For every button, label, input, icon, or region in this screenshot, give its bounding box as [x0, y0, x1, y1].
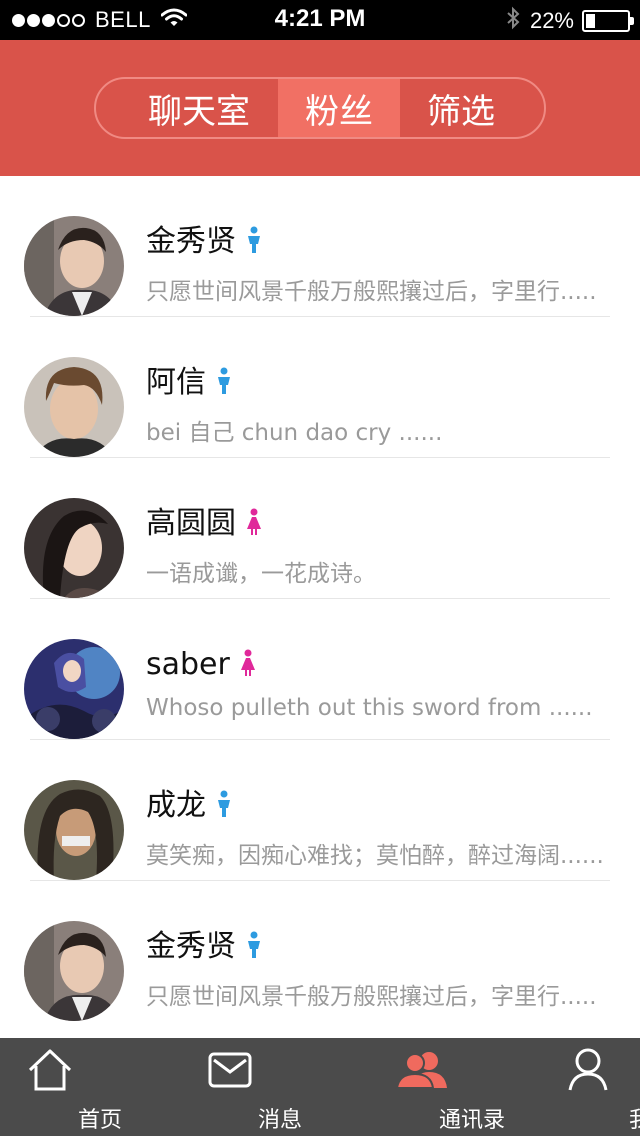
tab-contacts[interactable]: 通讯录	[372, 1038, 505, 1136]
list-item[interactable]: 成龙 莫笑痴，因痴心难找；莫怕醉，醉过海阔......	[0, 740, 640, 881]
contact-name: 金秀贤	[146, 929, 236, 964]
list-item[interactable]: 阿信 bei 自己 chun dao cry ......	[0, 317, 640, 458]
male-icon	[216, 367, 232, 399]
contacts-icon	[395, 1050, 449, 1094]
avatar	[24, 780, 124, 880]
contact-name: 高圆圆	[146, 506, 236, 541]
contact-message: 只愿世间风景千般万般熙攘过后，字里行.....	[146, 279, 597, 305]
avatar	[24, 216, 124, 316]
contact-message: 一语成谶，一花成诗。	[146, 561, 376, 587]
contact-message: 只愿世间风景千般万般熙攘过后，字里行.....	[146, 984, 597, 1010]
segment-chatroom[interactable]: 聊天室	[96, 79, 278, 137]
tab-label: 我	[628, 1108, 640, 1133]
tab-label: 消息	[257, 1108, 302, 1133]
name-row: saber	[146, 645, 256, 685]
avatar	[24, 639, 124, 739]
mail-icon	[208, 1052, 252, 1092]
contact-name: 阿信	[146, 365, 206, 400]
male-icon	[216, 790, 232, 822]
segment-filter[interactable]: 筛选	[400, 79, 544, 137]
list-item[interactable]: 金秀贤 只愿世间风景千般万般熙攘过后，字里行.....	[0, 176, 640, 317]
tab-me[interactable]: 我	[540, 1038, 640, 1136]
list-item[interactable]: 金秀贤 只愿世间风景千般万般熙攘过后，字里行.....	[0, 881, 640, 1022]
name-row: 成龙	[146, 786, 232, 826]
battery-percent: 22%	[529, 7, 574, 33]
male-icon	[246, 931, 262, 963]
tab-label: 首页	[77, 1108, 122, 1133]
segmented-control: 聊天室 粉丝 筛选	[94, 77, 546, 139]
female-icon	[246, 508, 262, 540]
tab-bar: 首页 消息 通讯录 我	[0, 1038, 640, 1136]
name-row: 阿信	[146, 363, 232, 403]
tab-label: 通讯录	[438, 1108, 505, 1133]
avatar	[24, 921, 124, 1021]
name-row: 高圆圆	[146, 504, 262, 544]
female-icon	[240, 649, 256, 681]
male-icon	[246, 226, 262, 258]
battery-icon	[582, 9, 634, 32]
list-item[interactable]: 高圆圆 一语成谶，一花成诗。	[0, 458, 640, 599]
bluetooth-icon	[506, 6, 520, 35]
contact-message: Whoso pulleth out this sword from ......	[146, 695, 593, 721]
contact-name: 金秀贤	[146, 224, 236, 259]
contact-name: saber	[146, 647, 230, 682]
name-row: 金秀贤	[146, 927, 262, 967]
list-item[interactable]: saber Whoso pulleth out this sword from …	[0, 599, 640, 740]
status-bar: BELL 4:21 PM 22%	[0, 0, 640, 40]
contact-list: 金秀贤 只愿世间风景千般万般熙攘过后，字里行..... 阿信 bei 自己 ch…	[0, 176, 640, 1038]
avatar	[24, 357, 124, 457]
contact-message: bei 自己 chun dao cry ......	[146, 420, 443, 446]
header-bar: 聊天室 粉丝 筛选	[0, 40, 640, 176]
avatar	[24, 498, 124, 598]
tab-messages[interactable]: 消息	[180, 1038, 302, 1136]
user-icon	[567, 1046, 609, 1096]
tab-home[interactable]: 首页	[0, 1038, 122, 1136]
status-right: 22%	[506, 6, 634, 35]
segment-fans[interactable]: 粉丝	[278, 79, 400, 137]
contact-name: 成龙	[146, 788, 206, 823]
name-row: 金秀贤	[146, 222, 262, 262]
home-icon	[27, 1048, 73, 1096]
contact-message: 莫笑痴，因痴心难找；莫怕醉，醉过海阔......	[146, 843, 604, 869]
